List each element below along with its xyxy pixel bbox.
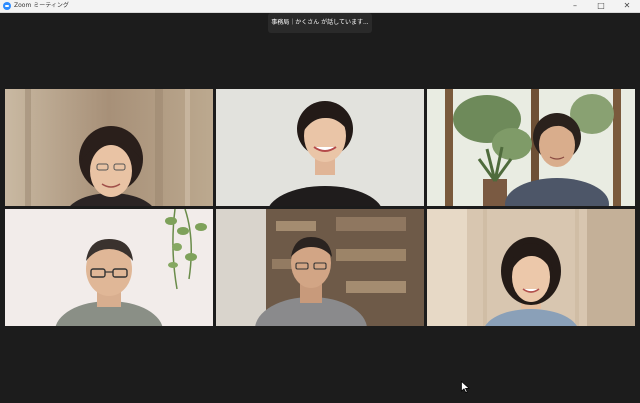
video-tile-3[interactable]: [427, 89, 635, 206]
mouse-cursor-icon: [461, 381, 470, 393]
video-tile-2[interactable]: [216, 89, 424, 206]
participant-video: [427, 209, 635, 326]
participant-video: [216, 209, 424, 326]
active-speaker-indicator: 事務局｜かくさん が話しています...: [268, 13, 372, 33]
window-controls: – □ ✕: [562, 0, 640, 12]
participant-video: [427, 89, 635, 206]
window-title: Zoom ミーティング: [14, 2, 69, 9]
maximize-button[interactable]: □: [588, 0, 614, 12]
minimize-button[interactable]: –: [562, 0, 588, 12]
video-tile-5[interactable]: [216, 209, 424, 326]
video-tile-4[interactable]: [5, 209, 213, 326]
zoom-logo-icon: [3, 2, 11, 10]
title-bar: Zoom ミーティング – □ ✕: [0, 0, 640, 13]
close-button[interactable]: ✕: [614, 0, 640, 12]
video-tile-6[interactable]: [427, 209, 635, 326]
participant-video: [216, 89, 424, 206]
participant-video: [5, 89, 213, 206]
participant-video: [5, 209, 213, 326]
video-tile-1[interactable]: [5, 89, 213, 206]
